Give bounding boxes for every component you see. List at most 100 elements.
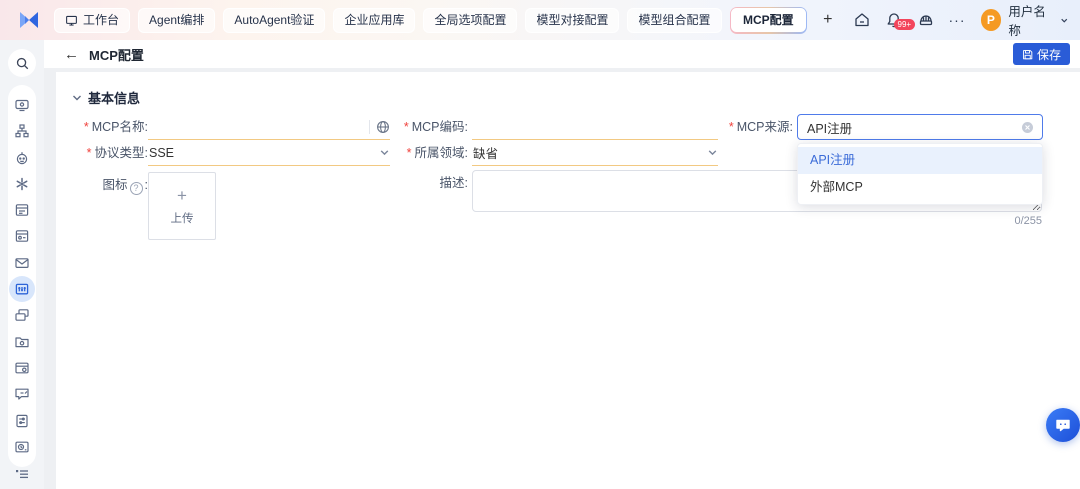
workbench-monitor-icon[interactable] — [9, 92, 35, 118]
mcp-name-label: *MCP名称: — [60, 114, 148, 140]
monitor-icon — [65, 14, 78, 27]
upload-label: 上传 — [171, 210, 194, 226]
mcp-source-value: API注册 — [806, 118, 1021, 137]
user-avatar[interactable]: P — [981, 9, 1002, 31]
dropdown-option-external-mcp[interactable]: 外部MCP — [798, 174, 1042, 201]
tab-label: 模型组合配置 — [638, 9, 710, 32]
required-marker: * — [404, 120, 409, 134]
more-dots: ··· — [949, 12, 966, 28]
mail-icon[interactable] — [9, 250, 35, 276]
protocol-value: SSE — [148, 146, 379, 160]
section-basic-info-toggle[interactable]: 基本信息 — [72, 88, 140, 107]
top-bar: 工作台 Agent编排 AutoAgent验证 企业应用库 全局选项配置 模型对… — [0, 0, 1080, 40]
save-disk-icon — [1022, 49, 1033, 60]
app-window-icon[interactable] — [9, 197, 35, 223]
left-sidebar — [0, 40, 44, 489]
app-logo-icon — [18, 11, 40, 29]
save-button[interactable]: 保存 — [1013, 43, 1070, 65]
tab-label: AutoAgent验证 — [234, 9, 314, 32]
icon-label: 图标?: — [60, 172, 148, 198]
search-icon[interactable] — [8, 49, 36, 77]
description-label: 描述: — [386, 170, 468, 196]
required-marker: * — [407, 146, 412, 160]
gift-basket-icon[interactable] — [917, 11, 935, 29]
tab-label: 模型对接配置 — [536, 9, 608, 32]
tab-mcp-config-active-border: MCP配置 — [730, 7, 808, 34]
tab-label: 企业应用库 — [344, 9, 404, 32]
image-clock-icon[interactable] — [9, 434, 35, 460]
tab-enterprise-app-library[interactable]: 企业应用库 — [333, 8, 415, 33]
mcp-code-label: *MCP编码: — [386, 114, 468, 140]
chevron-down-icon — [1060, 16, 1068, 25]
required-marker: * — [729, 120, 734, 134]
protocol-label: *协议类型: — [60, 140, 148, 166]
more-options-icon[interactable]: ··· — [949, 11, 967, 29]
assistant-chat-icon — [1054, 416, 1072, 434]
domain-select[interactable]: 缺省 — [472, 140, 718, 166]
dropdown-option-api-register[interactable]: API注册 — [798, 147, 1042, 174]
app-window-2-icon[interactable] — [9, 223, 35, 249]
icon-upload-button[interactable]: + 上传 — [148, 172, 216, 240]
tab-mcp-config-active[interactable]: MCP配置 — [731, 8, 806, 32]
tab-label: Agent编排 — [149, 9, 204, 32]
tab-model-connection-config[interactable]: 模型对接配置 — [525, 8, 619, 33]
page-header: ← MCP配置 保存 — [44, 40, 1080, 68]
mcp-code-field — [472, 114, 718, 140]
field-divider — [369, 120, 370, 134]
clear-icon[interactable] — [1021, 121, 1034, 134]
tab-label: 全局选项配置 — [434, 9, 506, 32]
folder-gear-icon[interactable] — [9, 329, 35, 355]
tab-workbench[interactable]: 工作台 — [54, 8, 130, 33]
menu-list-icon[interactable] — [8, 463, 36, 485]
required-marker: * — [84, 120, 89, 134]
mcp-code-input[interactable] — [472, 116, 718, 138]
chevron-down-icon — [707, 147, 718, 158]
label-text: MCP编码: — [412, 120, 468, 134]
notification-bell-icon[interactable]: 99+ — [885, 11, 903, 29]
tab-label: 工作台 — [83, 9, 119, 32]
chat-edit-icon[interactable] — [9, 381, 35, 407]
page-title: MCP配置 — [89, 45, 144, 64]
sidebar-icon-rail — [8, 85, 36, 467]
assistant-floating-button[interactable] — [1046, 408, 1080, 442]
domain-label: *所属领域: — [386, 140, 468, 166]
label-text: 协议类型: — [95, 146, 148, 160]
home-icon[interactable] — [853, 11, 871, 29]
user-menu[interactable]: 用户名称 — [1008, 1, 1068, 39]
tab-model-combination-config[interactable]: 模型组合配置 — [627, 8, 721, 33]
plus-icon: + — [177, 187, 187, 204]
back-arrow-button[interactable]: ← — [64, 47, 79, 62]
mcp-source-dropdown: API注册 外部MCP — [797, 143, 1043, 205]
label-text: 所属领域: — [415, 146, 468, 160]
required-marker: * — [87, 146, 92, 160]
mcp-config-icon-active[interactable] — [9, 276, 35, 302]
mcp-name-input[interactable] — [148, 116, 365, 138]
notification-badge: 99+ — [894, 19, 916, 30]
tab-global-options-config[interactable]: 全局选项配置 — [423, 8, 517, 33]
tab-agent-orchestration[interactable]: Agent编排 — [138, 8, 215, 33]
agent-robot-icon[interactable] — [9, 145, 35, 171]
user-name-label: 用户名称 — [1008, 1, 1055, 39]
tab-autoagent-validation[interactable]: AutoAgent验证 — [223, 8, 325, 33]
save-label: 保存 — [1037, 46, 1061, 63]
mcp-name-field — [148, 114, 390, 140]
section-title: 基本信息 — [88, 88, 140, 107]
layers-icon[interactable] — [9, 302, 35, 328]
org-tree-icon[interactable] — [9, 118, 35, 144]
domain-value: 缺省 — [472, 143, 707, 162]
label-text: MCP来源: — [737, 120, 793, 134]
add-tab-button[interactable]: + — [817, 11, 838, 29]
label-text: 描述: — [440, 176, 468, 190]
label-text: MCP名称: — [92, 120, 148, 134]
doc-sliders-icon[interactable] — [9, 408, 35, 434]
protocol-select[interactable]: SSE — [148, 140, 390, 166]
main-content-card: 基本信息 *MCP名称: *MCP编码: *MCP来源: API注册 *协议类型… — [56, 72, 1080, 489]
mcp-source-select[interactable]: API注册 — [797, 114, 1043, 140]
label-text: 图标 — [103, 178, 128, 192]
mcp-source-label: *MCP来源: — [711, 114, 793, 140]
plugin-flower-icon[interactable] — [9, 171, 35, 197]
browser-gear-icon[interactable] — [9, 355, 35, 381]
char-counter: 0/255 — [472, 215, 1042, 227]
collapse-chevron-icon — [72, 93, 82, 103]
help-icon[interactable]: ? — [130, 182, 143, 195]
